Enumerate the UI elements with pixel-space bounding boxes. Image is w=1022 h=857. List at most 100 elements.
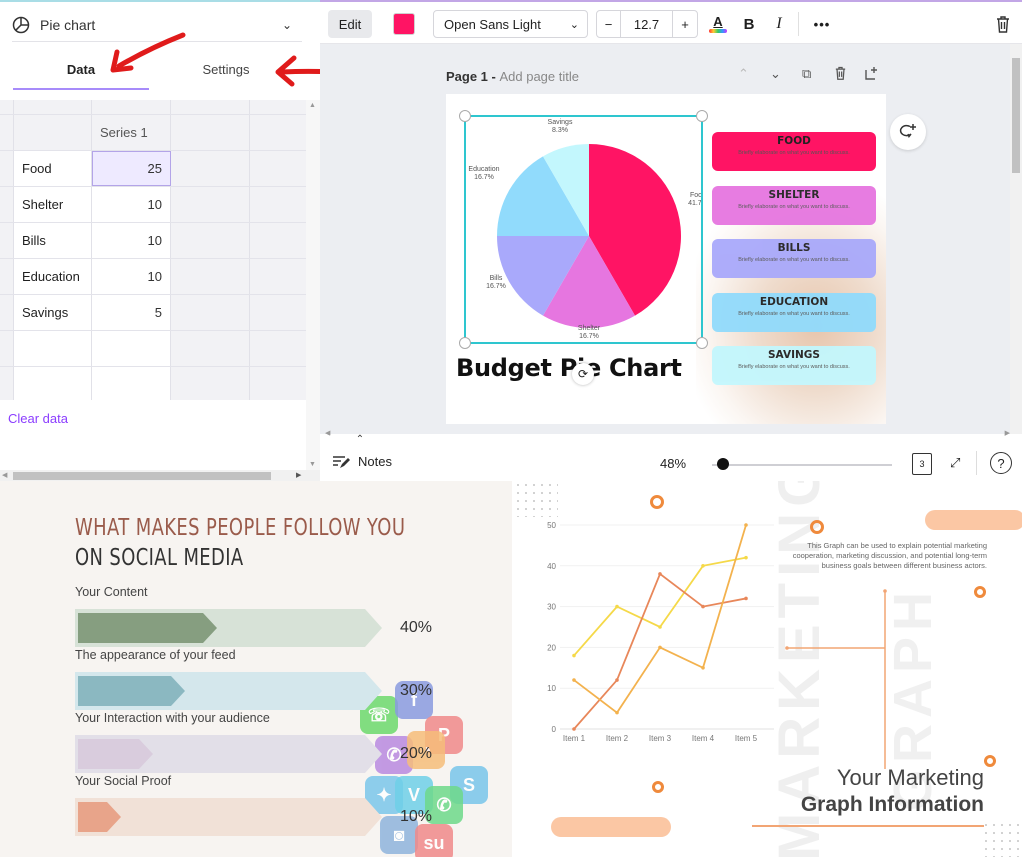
resize-handle-top-right[interactable] — [696, 110, 708, 122]
bar-track — [75, 798, 382, 836]
zoom-slider-handle[interactable] — [716, 458, 729, 470]
delete-page-icon[interactable] — [834, 66, 847, 83]
social-row-label: The appearance of your feed — [75, 648, 236, 662]
page-title-input[interactable]: Add page title — [499, 69, 579, 84]
resize-handle-top-left[interactable] — [459, 110, 471, 122]
series-line-3 — [573, 524, 747, 714]
chart-type-label: Pie chart — [40, 16, 96, 33]
legend-card-description: Briefly elaborate on what you want to di… — [738, 257, 850, 263]
empty-cell[interactable] — [171, 187, 250, 222]
red-arrow-annotation-data — [110, 32, 186, 73]
decrease-font-size-button[interactable]: − — [597, 11, 621, 37]
header-cell-series-1[interactable]: Series 1 — [92, 115, 171, 150]
more-options-button[interactable]: ••• — [810, 10, 834, 38]
bold-button[interactable]: B — [740, 10, 758, 38]
data-point — [615, 710, 619, 715]
page-count-button[interactable]: 3 — [912, 453, 932, 475]
row-value-cell[interactable] — [92, 331, 171, 366]
row-value-cell[interactable]: 10 — [92, 187, 171, 222]
social-row-percent: 30% — [400, 682, 433, 699]
empty-cell[interactable] — [171, 331, 250, 366]
row-label-cell[interactable]: Shelter — [14, 187, 92, 222]
zoom-percentage[interactable]: 48% — [660, 456, 686, 471]
ring-decoration — [810, 520, 824, 534]
legend-card-savings[interactable]: SAVINGS Briefly elaborate on what you wan… — [712, 346, 876, 385]
legend-card-food[interactable]: FOOD Briefly elaborate on what you want t… — [712, 132, 876, 171]
rainbow-bar — [709, 29, 727, 33]
chart-editor-panel: Pie chart ⌄ Data Settings Series 1 Food 2… — [0, 0, 361, 482]
social-row-label: Your Interaction with your audience — [75, 711, 270, 725]
notes-button[interactable]: Notes — [332, 454, 392, 469]
fullscreen-button[interactable]: ⤢ — [950, 455, 960, 471]
empty-cell[interactable] — [171, 223, 250, 258]
data-point — [701, 604, 705, 609]
rotate-handle[interactable]: ⟳ — [572, 363, 594, 385]
chevron-down-icon: ⌄ — [569, 18, 579, 31]
empty-cell[interactable] — [171, 295, 250, 330]
page-count: 3 — [919, 459, 925, 469]
table-vertical-scrollbar[interactable]: ▲ ▼ — [306, 100, 320, 470]
row-value-cell[interactable]: 5 — [92, 295, 171, 330]
font-size-input[interactable]: 12.7 — [621, 11, 673, 37]
color-picker-button[interactable] — [393, 13, 415, 35]
edit-button[interactable]: Edit — [328, 10, 372, 38]
increase-font-size-button[interactable]: + — [673, 11, 697, 37]
move-page-up-icon[interactable]: ⌃ — [738, 66, 749, 82]
header-cell-empty[interactable] — [14, 115, 92, 150]
row-label-cell[interactable]: Savings — [14, 295, 92, 330]
empty-cell[interactable] — [171, 151, 250, 186]
legend-card-title: SHELTER — [768, 188, 820, 201]
legend-card-description: Briefly elaborate on what you want to di… — [738, 150, 850, 156]
legend-card-shelter[interactable]: SHELTER Briefly elaborate on what you wan… — [712, 185, 876, 225]
add-comment-button[interactable] — [890, 114, 926, 150]
pill-decoration — [925, 510, 1022, 530]
italic-button[interactable]: I — [770, 10, 788, 38]
row-value-cell[interactable]: 10 — [92, 259, 171, 294]
scrollbar-thumb[interactable] — [1012, 58, 1020, 173]
row-value-cell[interactable] — [92, 367, 171, 400]
social-progress-bar — [75, 796, 383, 838]
data-point — [615, 678, 619, 682]
resize-handle-bottom-right[interactable] — [696, 337, 708, 349]
social-progress-bar — [75, 607, 383, 649]
selection-box[interactable] — [459, 110, 708, 349]
resize-handle-bottom-left[interactable] — [459, 337, 471, 349]
zoom-slider[interactable] — [712, 464, 892, 466]
row-value-cell[interactable]: 10 — [92, 223, 171, 258]
canvas-vertical-scrollbar[interactable] — [1010, 44, 1022, 434]
empty-cell[interactable] — [171, 367, 250, 400]
design-title[interactable]: Budget Pie Chart — [456, 354, 682, 382]
add-page-icon[interactable] — [865, 66, 879, 83]
legend-card-bills[interactable]: BILLS Briefly elaborate on what you want … — [712, 239, 876, 278]
canvas-horizontal-scrollbar[interactable]: ◀ ▶ — [320, 429, 1010, 439]
move-page-down-icon[interactable]: ⌄ — [770, 66, 781, 82]
ring-decoration — [652, 781, 664, 793]
help-button[interactable]: ? — [990, 452, 1012, 474]
data-table: Series 1 Food 25 Shelter 10 Bills 10 Education… — [0, 100, 306, 400]
row-label-cell[interactable] — [14, 331, 92, 366]
row-label-cell[interactable]: Bills — [14, 223, 92, 258]
y-tick-label: 10 — [547, 684, 556, 693]
y-tick-label: 20 — [547, 643, 556, 652]
data-point — [658, 645, 662, 650]
text-color-button[interactable]: A — [708, 10, 728, 38]
trash-icon — [997, 16, 1009, 33]
duplicate-page-icon[interactable]: ⧉ — [802, 66, 811, 82]
font-family-dropdown[interactable]: Open Sans Light ⌄ — [433, 10, 588, 38]
bar-fill — [78, 739, 153, 769]
social-row-label: Your Content — [75, 585, 148, 599]
row-gutter — [0, 223, 14, 258]
row-label-cell[interactable] — [14, 367, 92, 400]
design-page[interactable]: Food41.7%Shelter16.7%Bills16.7%Education… — [446, 94, 886, 424]
empty-cell[interactable] — [171, 259, 250, 294]
clear-data-link[interactable]: Clear data — [8, 411, 68, 426]
legend-card-education[interactable]: EDUCATION Briefly elaborate on what you w… — [712, 292, 876, 332]
row-label-cell[interactable]: Food — [14, 151, 92, 186]
ring-decoration — [984, 755, 996, 767]
row-label-cell[interactable]: Education — [14, 259, 92, 294]
delete-button[interactable] — [992, 10, 1014, 38]
header-cell[interactable] — [171, 115, 250, 150]
scrollbar-thumb[interactable] — [13, 472, 271, 480]
row-value-cell[interactable]: 25 — [92, 151, 171, 186]
help-icon: ? — [997, 455, 1005, 471]
